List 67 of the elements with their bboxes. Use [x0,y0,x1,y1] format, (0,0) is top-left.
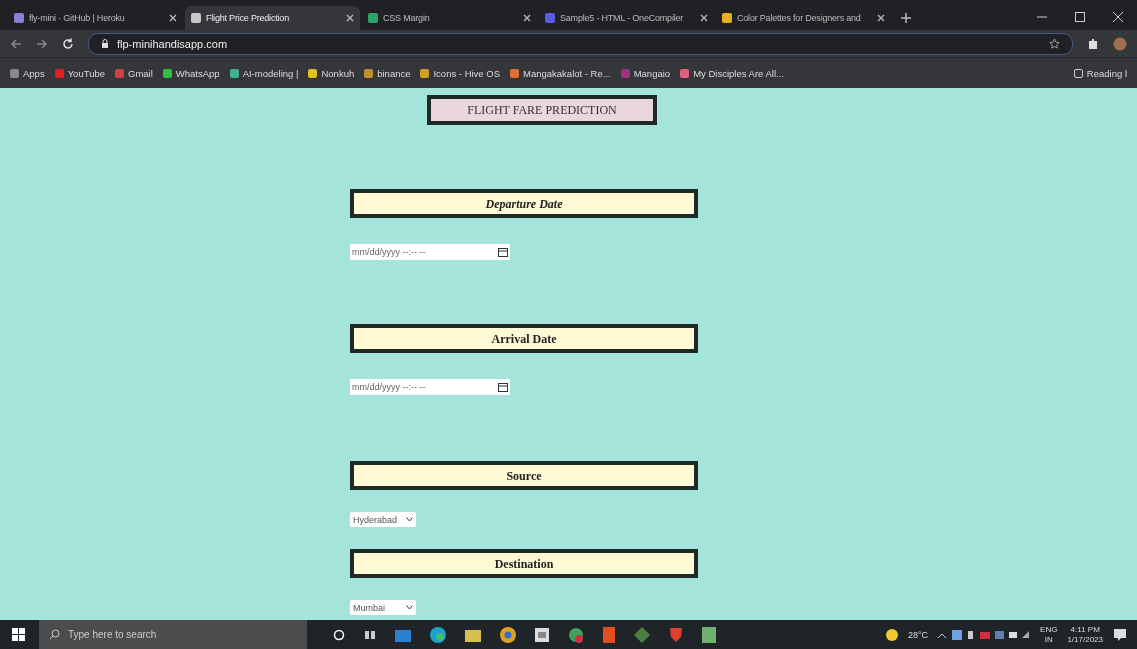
calendar-icon[interactable] [498,382,508,392]
date-time-field[interactable]: mm/dd/yyyy --:-- -- [350,379,510,395]
caret-icon [406,517,413,522]
section-heading: Source [350,461,698,490]
notification-icon[interactable] [1113,627,1127,642]
extension-icon[interactable] [1087,37,1099,50]
bookmark[interactable]: Icons - Hive OS [420,67,500,79]
calendar-icon[interactable] [498,247,508,257]
search-field[interactable]: Type here to search [39,620,307,649]
close-icon[interactable] [346,13,354,22]
address-bar[interactable]: flp-minihandisapp.com [88,32,1073,55]
cortana-icon[interactable] [333,628,345,641]
browser-tab[interactable]: Flight Price Prediction [185,5,360,30]
close-icon[interactable] [1113,11,1123,22]
browser-tab[interactable]: Color Palettes for Designers and [716,5,891,30]
mail-app-icon[interactable] [395,627,411,642]
star-icon[interactable] [1049,38,1060,49]
tray-icons-drawing[interactable] [938,628,1031,641]
temperature[interactable]: 28°C [907,629,929,640]
language-indicator[interactable]: ENG IN [1040,624,1058,645]
section-heading: Destination [350,549,698,578]
reading-list-button[interactable]: Reading l [1073,67,1127,79]
bookmark[interactable]: WhatsApp [162,67,220,79]
task-view-icon[interactable] [364,628,376,641]
browser-tab[interactable]: Sample5 - HTML - OneCompiler [539,5,714,30]
bookmark[interactable]: YouTube [54,67,105,79]
bookmark[interactable]: Nonkuh [308,67,355,79]
maximize-icon[interactable] [1075,11,1085,22]
forward-icon[interactable] [36,37,48,50]
section-heading: Departure Date [350,189,698,218]
bookmark[interactable]: Apps [10,67,45,79]
notepad-icon[interactable] [535,627,549,642]
shield-icon[interactable] [669,626,683,643]
new-tab-icon[interactable] [901,12,911,23]
profile-icon[interactable] [1113,36,1127,51]
edge-browser-icon[interactable] [430,626,446,643]
page-title: FLIGHT FARE PREDICTION [427,95,657,125]
spreadsheet-app-icon[interactable] [702,626,716,643]
close-icon[interactable] [523,13,531,22]
office-app-icon[interactable] [603,626,615,643]
section-heading: Arrival Date [350,324,698,353]
close-icon[interactable] [169,13,177,22]
browser-tab[interactable]: fly-mini · GitHub | Heroku [8,5,183,30]
reload-icon[interactable] [62,37,74,50]
chat-app-icon[interactable] [568,626,584,643]
weather-icon [885,628,898,641]
close-icon[interactable] [700,13,708,22]
date-time-field[interactable]: mm/dd/yyyy --:-- -- [350,244,510,260]
windows-icon[interactable] [12,628,25,641]
caret-icon [406,605,413,610]
bookmark[interactable]: Mangakakalot - Re... [510,67,611,79]
lock-icon[interactable] [101,39,109,48]
bookmark[interactable]: AI-modeling | [229,67,299,79]
search-icon [49,629,60,640]
bookmark[interactable]: Gmail [115,67,153,79]
bookmark[interactable]: binance [364,67,411,79]
clock[interactable]: 4:11 PM 1/17/2023 [1067,624,1103,645]
browser-tab[interactable]: CSS Margin [362,5,537,30]
close-icon[interactable] [877,13,885,22]
chrome-browser-icon[interactable] [500,626,516,643]
back-icon[interactable] [10,37,22,50]
dropdown[interactable]: Mumbai [350,600,416,615]
folder-icon[interactable] [465,627,481,642]
game-app-icon[interactable] [634,626,650,643]
dropdown[interactable]: Hyderabad [350,512,416,527]
bookmark[interactable]: Mangaio [620,67,671,79]
bookmark[interactable]: My Disciples Are All... [680,67,784,79]
